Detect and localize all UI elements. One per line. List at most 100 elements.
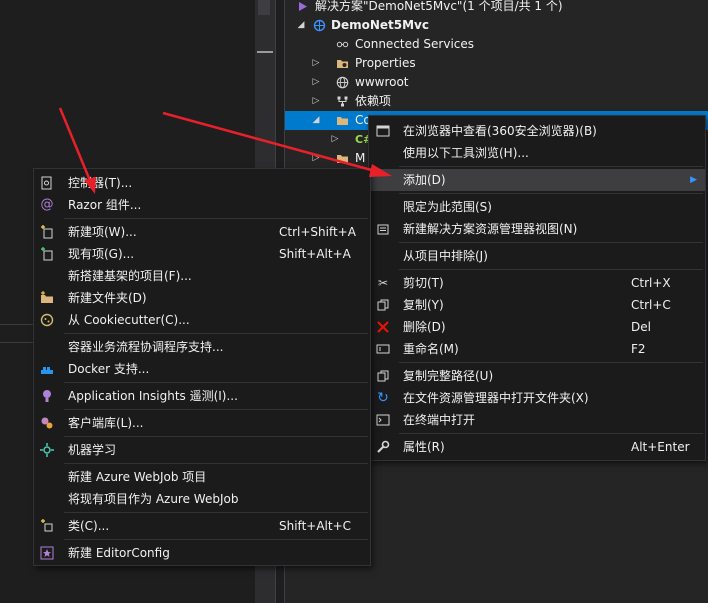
- menu-item-label: 复制完整路径(U): [403, 369, 494, 383]
- menu-item-label: 属性(R): [403, 440, 445, 454]
- menu-item-add[interactable]: 添加(D) ▶: [369, 169, 705, 191]
- editorconfig-icon: [40, 546, 54, 560]
- menu-item-copy[interactable]: 复制(Y) Ctrl+C: [369, 294, 705, 316]
- tree-item[interactable]: ▷ wwwroot: [285, 73, 708, 92]
- tree-item-label: Properties: [355, 56, 416, 70]
- collapsed-icon[interactable]: ▷: [310, 54, 322, 73]
- browse-icon: [376, 125, 390, 137]
- expanded-icon[interactable]: ◢: [310, 111, 322, 130]
- menu-item-scope[interactable]: 限定为此范围(S): [369, 196, 705, 218]
- menu-item-cut[interactable]: ✂ 剪切(T) Ctrl+X: [369, 272, 705, 294]
- menu-item-label: Application Insights 遥测(I)...: [68, 389, 238, 403]
- submenu-item-existing-item[interactable]: 现有项(G)... Shift+Alt+A: [34, 243, 370, 265]
- context-menu: 在浏览器中查看(360安全浏览器)(B) 使用以下工具浏览(H)... 添加(D…: [368, 115, 706, 461]
- collapsed-icon[interactable]: ▷: [310, 92, 322, 111]
- existing-item-icon: [41, 247, 53, 261]
- menu-item-label: 重命名(M): [403, 342, 459, 356]
- collapsed-icon[interactable]: ▷: [310, 73, 322, 92]
- menu-item-browse-with[interactable]: 使用以下工具浏览(H)...: [369, 142, 705, 164]
- menu-separator: [64, 218, 368, 219]
- collapsed-icon[interactable]: ▷: [329, 130, 341, 149]
- splitter-grip: [257, 51, 273, 53]
- submenu-item-razor-component[interactable]: @ Razor 组件...: [34, 194, 370, 216]
- submenu-item-scaffolded[interactable]: 新搭建基架的项目(F)...: [34, 265, 370, 287]
- menu-item-label: 从 Cookiecutter(C)...: [68, 313, 190, 327]
- tree-item[interactable]: ▷ 依赖项: [285, 92, 708, 111]
- connected-services-icon: [336, 41, 349, 48]
- client-library-icon: [41, 417, 53, 429]
- dependencies-icon: [337, 96, 348, 107]
- tree-project[interactable]: ◢ DemoNet5Mvc: [285, 16, 708, 35]
- menu-item-label: 控制器(T)...: [68, 176, 133, 190]
- menu-separator: [399, 269, 703, 270]
- menu-item-label: 新建 Azure WebJob 项目: [68, 470, 207, 484]
- collapsed-icon[interactable]: ▷: [310, 149, 322, 168]
- menu-item-label: 将现有项目作为 Azure WebJob: [68, 492, 239, 506]
- add-submenu: 控制器(T)... @ Razor 组件... 新建项(W)... Ctrl+S…: [33, 168, 371, 566]
- submenu-item-app-insights[interactable]: Application Insights 遥测(I)...: [34, 385, 370, 407]
- submenu-arrow-icon: ▶: [690, 175, 697, 185]
- menu-item-shortcut: Del: [631, 320, 651, 334]
- refresh-folder-icon: ↻: [377, 390, 389, 406]
- tree-item-label: wwwroot: [355, 75, 409, 89]
- rename-icon: [376, 344, 390, 354]
- menu-item-label: 新建文件夹(D): [68, 291, 147, 305]
- submenu-item-existing-as-webjob[interactable]: 将现有项目作为 Azure WebJob: [34, 488, 370, 510]
- tree-item[interactable]: ▷ Properties: [285, 54, 708, 73]
- tree-item-label: Connected Services: [355, 37, 475, 51]
- class-icon: [41, 519, 53, 532]
- menu-separator: [64, 512, 368, 513]
- cut-icon: ✂: [377, 276, 389, 290]
- menu-item-label: Razor 组件...: [68, 198, 142, 212]
- submenu-item-controller[interactable]: 控制器(T)...: [34, 172, 370, 194]
- submenu-item-new-item[interactable]: 新建项(W)... Ctrl+Shift+A: [34, 221, 370, 243]
- docker-icon: [41, 367, 53, 374]
- properties-folder-icon: [337, 60, 348, 68]
- menu-item-shortcut: F2: [631, 342, 646, 356]
- machine-learning-icon: [40, 443, 54, 457]
- menu-item-open-terminal[interactable]: 在终端中打开: [369, 409, 705, 431]
- folder-open-icon: [337, 117, 348, 125]
- menu-item-label: 新建解决方案资源管理器视图(N): [403, 222, 578, 236]
- menu-item-view-in-browser[interactable]: 在浏览器中查看(360安全浏览器)(B): [369, 120, 705, 142]
- menu-separator: [64, 333, 368, 334]
- menu-item-label: 在浏览器中查看(360安全浏览器)(B): [403, 124, 597, 138]
- menu-item-open-folder[interactable]: ↻ 在文件资源管理器中打开文件夹(X): [369, 387, 705, 409]
- menu-item-label: 现有项(G)...: [68, 247, 135, 261]
- menu-item-shortcut: Ctrl+Shift+A: [279, 225, 356, 239]
- tree-solution[interactable]: 解决方案"DemoNet5Mvc"(1 个项目/共 1 个): [285, 0, 708, 16]
- delete-icon: [377, 321, 389, 333]
- menu-item-label: 新建项(W)...: [68, 225, 137, 239]
- menu-item-label: 限定为此范围(S): [403, 200, 492, 214]
- menu-separator: [64, 382, 368, 383]
- submenu-item-orchestrator[interactable]: 容器业务流程协调程序支持...: [34, 336, 370, 358]
- menu-item-exclude[interactable]: 从项目中排除(J): [369, 245, 705, 267]
- terminal-icon: [376, 414, 390, 426]
- menu-item-label: 客户端库(L)...: [68, 416, 144, 430]
- submenu-item-class[interactable]: 类(C)... Shift+Alt+C: [34, 515, 370, 537]
- menu-item-rename[interactable]: 重命名(M) F2: [369, 338, 705, 360]
- submenu-item-cookiecutter[interactable]: 从 Cookiecutter(C)...: [34, 309, 370, 331]
- submenu-item-docker[interactable]: Docker 支持...: [34, 358, 370, 380]
- menu-item-delete[interactable]: 删除(D) Del: [369, 316, 705, 338]
- scrollbar-thumb[interactable]: [258, 0, 270, 15]
- menu-item-copy-full-path[interactable]: 复制完整路径(U): [369, 365, 705, 387]
- menu-item-new-view[interactable]: 新建解决方案资源管理器视图(N): [369, 218, 705, 240]
- menu-separator: [64, 539, 368, 540]
- folder-icon: [337, 155, 348, 163]
- submenu-item-azure-webjob-project[interactable]: 新建 Azure WebJob 项目: [34, 466, 370, 488]
- submenu-item-client-library[interactable]: 客户端库(L)...: [34, 412, 370, 434]
- solution-label: 解决方案"DemoNet5Mvc"(1 个项目/共 1 个): [315, 0, 563, 13]
- menu-item-shortcut: Alt+Enter: [631, 440, 690, 454]
- tree-item[interactable]: Connected Services: [285, 35, 708, 54]
- solution-icon: [299, 2, 307, 11]
- submenu-item-machine-learning[interactable]: 机器学习: [34, 439, 370, 461]
- submenu-item-new-folder[interactable]: 新建文件夹(D): [34, 287, 370, 309]
- menu-item-properties[interactable]: 属性(R) Alt+Enter: [369, 436, 705, 458]
- expanded-icon[interactable]: ◢: [295, 16, 307, 35]
- menu-item-label: 新建 EditorConfig: [68, 546, 170, 560]
- menu-item-label: 添加(D): [403, 173, 446, 187]
- menu-separator: [64, 409, 368, 410]
- submenu-item-editorconfig[interactable]: 新建 EditorConfig: [34, 542, 370, 564]
- web-project-icon: [313, 19, 326, 32]
